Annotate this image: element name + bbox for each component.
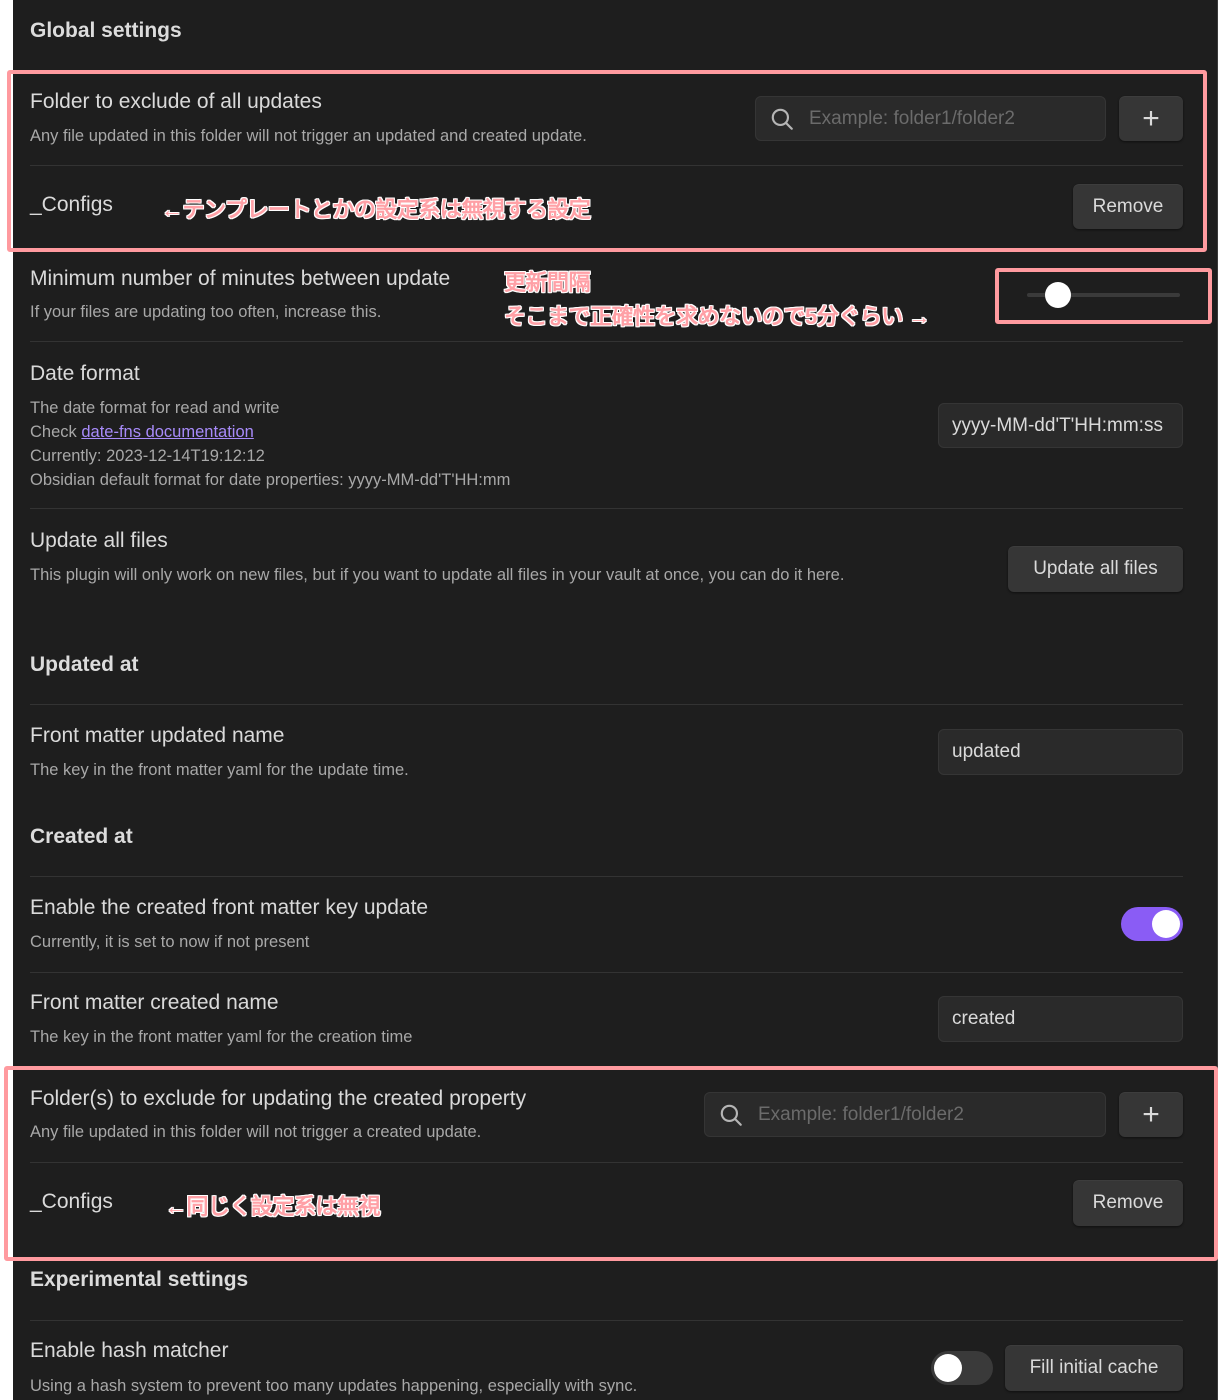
divider: [30, 341, 1183, 342]
exclude-all-search-input[interactable]: Example: folder1/folder2: [755, 96, 1106, 141]
add-folder-button[interactable]: +: [1119, 96, 1183, 141]
front-created-value: created: [952, 1008, 1016, 1029]
setting-name-enable-created: Enable the created front matter key upda…: [30, 896, 429, 919]
divider: [30, 1162, 1183, 1163]
section-heading-global: Global settings: [30, 19, 182, 42]
excluded-folder-name: _Configs: [30, 193, 113, 216]
date-fns-documentation-link[interactable]: date-fns documentation: [81, 423, 253, 441]
divider: [30, 704, 1183, 705]
desc-line: Check date-fns documentation: [30, 420, 510, 444]
setting-desc-update-all: This plugin will only work on new files,…: [30, 566, 845, 584]
enable-created-toggle[interactable]: [1121, 907, 1183, 941]
desc-line: The date format for read and write: [30, 399, 280, 417]
front-updated-value: updated: [952, 741, 1021, 762]
annotation-exclude-all: ←テンプレートとかの設定系は無視する設定: [161, 197, 591, 222]
setting-desc-hash-matcher: Using a hash system to prevent too many …: [30, 1377, 638, 1395]
setting-desc-front-created: The key in the front matter yaml for the…: [30, 1028, 413, 1046]
search-placeholder: Example: folder1/folder2: [809, 107, 1015, 129]
update-all-files-button[interactable]: Update all files: [1008, 546, 1183, 592]
toggle-knob: [1152, 910, 1180, 938]
setting-name-exclude-created: Folder(s) to exclude for updating the cr…: [30, 1087, 527, 1110]
date-format-input[interactable]: yyyy-MM-dd'T'HH:mm:ss: [938, 403, 1183, 448]
add-folder-button[interactable]: +: [1119, 1092, 1183, 1137]
toggle-knob: [934, 1354, 962, 1382]
remove-folder-button[interactable]: Remove: [1073, 184, 1183, 229]
front-updated-input[interactable]: updated: [938, 729, 1183, 775]
front-created-input[interactable]: created: [938, 996, 1183, 1042]
setting-desc-front-updated: The key in the front matter yaml for the…: [30, 761, 409, 779]
search-placeholder: Example: folder1/folder2: [758, 1103, 964, 1125]
desc-check-text: Check: [30, 423, 82, 441]
exclude-created-search-input[interactable]: Example: folder1/folder2: [704, 1092, 1106, 1137]
setting-name-date-format: Date format: [30, 362, 140, 385]
slider-thumb[interactable]: [1044, 282, 1071, 308]
setting-desc-date-format: The date format for read and write Check…: [30, 396, 510, 492]
annotation-min-minutes-body: そこまで正確性を求めないので5分ぐらい →: [504, 304, 930, 329]
annotation-min-minutes-title: 更新間隔: [504, 270, 591, 295]
divider: [30, 972, 1183, 973]
desc-currently: Currently: 2023-12-14T19:12:12: [30, 447, 265, 465]
divider: [30, 165, 1183, 166]
remove-folder-button[interactable]: Remove: [1073, 1180, 1183, 1226]
search-icon: [720, 1104, 742, 1126]
excluded-folder-name: _Configs: [30, 1190, 113, 1213]
section-heading-created-at: Created at: [30, 825, 133, 848]
setting-name-min-minutes: Minimum number of minutes between update: [30, 267, 451, 290]
setting-name-hash-matcher: Enable hash matcher: [30, 1339, 229, 1362]
setting-name-update-all: Update all files: [30, 529, 168, 552]
divider: [30, 876, 1183, 877]
divider: [30, 1320, 1183, 1321]
desc-default-format: Obsidian default format for date propert…: [30, 471, 511, 489]
search-icon: [771, 108, 793, 130]
setting-name-front-created: Front matter created name: [30, 991, 279, 1014]
divider: [30, 508, 1183, 509]
section-heading-updated-at: Updated at: [30, 653, 139, 676]
fill-initial-cache-button[interactable]: Fill initial cache: [1005, 1345, 1183, 1391]
hash-matcher-toggle[interactable]: [931, 1351, 993, 1385]
setting-desc-min-minutes: If your files are updating too often, in…: [30, 303, 382, 321]
date-format-value: yyyy-MM-dd'T'HH:mm:ss: [952, 414, 1163, 436]
section-heading-experimental: Experimental settings: [30, 1268, 249, 1291]
setting-desc-exclude-created: Any file updated in this folder will not…: [30, 1123, 482, 1141]
setting-name-front-updated: Front matter updated name: [30, 724, 285, 747]
min-minutes-slider[interactable]: [1027, 282, 1180, 308]
setting-desc-exclude-all: Any file updated in this folder will not…: [30, 127, 587, 145]
annotation-exclude-created: ←同じく設定系は無視: [165, 1194, 381, 1219]
settings-page: Global settings Folder to exclude of all…: [4, 0, 1218, 1400]
setting-name-exclude-all: Folder to exclude of all updates: [30, 90, 322, 113]
setting-desc-enable-created: Currently, it is set to now if not prese…: [30, 933, 310, 951]
